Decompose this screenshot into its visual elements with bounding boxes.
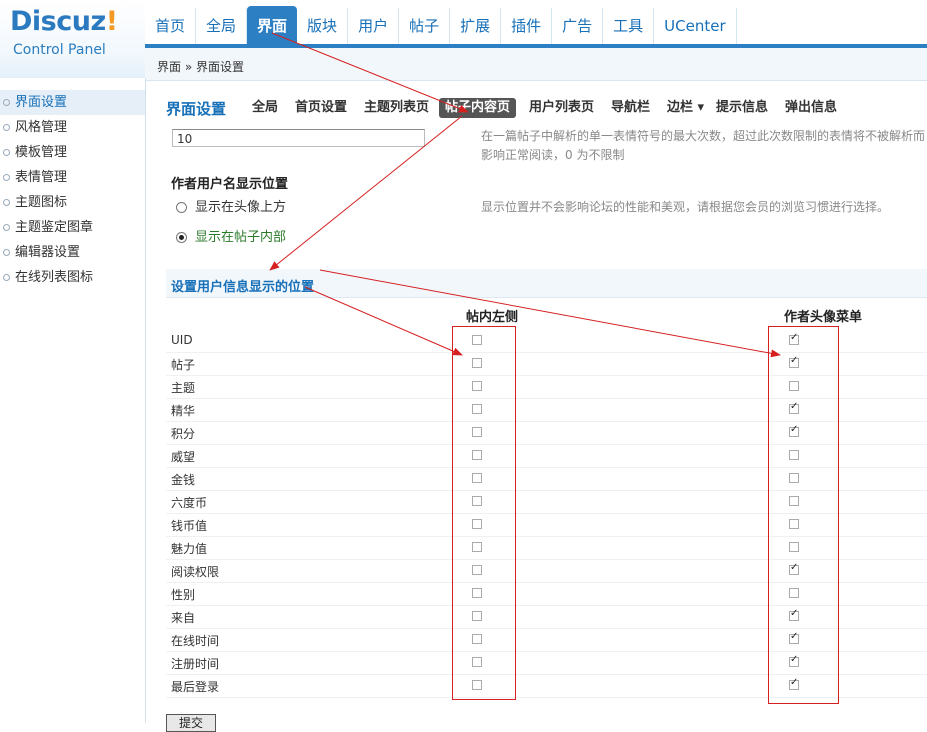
arrow-subtab-to-section xyxy=(269,115,463,271)
arrow-section-to-right xyxy=(319,269,781,358)
arrow-section-to-left xyxy=(304,286,463,356)
annotation-arrows xyxy=(269,32,781,358)
arrow-nav-to-subtab xyxy=(271,32,469,113)
